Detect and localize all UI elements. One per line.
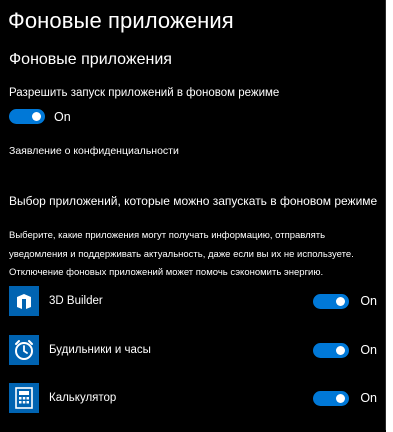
page-title: Фоновые приложения — [8, 8, 234, 33]
alarm-clock-icon — [9, 335, 39, 365]
app-toggle-calculator[interactable]: On — [313, 390, 377, 406]
app-toggle-alarms-clock[interactable]: On — [313, 342, 377, 358]
choose-apps-title: Выбор приложений, которые можно запускат… — [9, 194, 378, 208]
window-edge — [386, 0, 393, 432]
app-row-calculator: Калькулятор On — [9, 383, 377, 413]
allow-background-toggle[interactable] — [9, 109, 45, 124]
app-name: 3D Builder — [49, 295, 103, 307]
description-text: Выберите, какие приложения могут получат… — [9, 230, 354, 278]
section-title: Фоновые приложения — [9, 51, 172, 68]
toggle-state: On — [360, 343, 377, 357]
app-name: Калькулятор — [49, 392, 117, 404]
app-name: Будильники и часы — [49, 344, 151, 356]
app-row-3d-builder: 3D Builder On — [9, 286, 377, 316]
toggle-switch[interactable] — [313, 342, 350, 358]
allow-background-toggle-row[interactable]: On — [9, 109, 71, 124]
toggle-knob — [32, 112, 41, 121]
3d-builder-icon — [9, 286, 39, 316]
settings-window: Фоновые приложения Фоновые приложения Ра… — [0, 0, 386, 430]
toggle-switch[interactable] — [313, 293, 350, 309]
toggle-state: On — [360, 294, 377, 308]
toggle-knob — [336, 296, 346, 306]
toggle-state: On — [360, 391, 377, 405]
allow-background-toggle-state: On — [54, 109, 71, 124]
app-row-alarms-clock: Будильники и часы On — [9, 335, 377, 365]
calculator-icon — [9, 383, 39, 413]
toggle-switch[interactable] — [313, 390, 350, 406]
app-toggle-3d-builder[interactable]: On — [313, 293, 377, 309]
privacy-statement-link[interactable]: Заявление о конфиденциальности — [9, 145, 179, 157]
toggle-knob — [336, 345, 346, 355]
allow-background-label: Разрешить запуск приложений в фоновом ре… — [9, 87, 280, 99]
toggle-knob — [336, 393, 346, 403]
